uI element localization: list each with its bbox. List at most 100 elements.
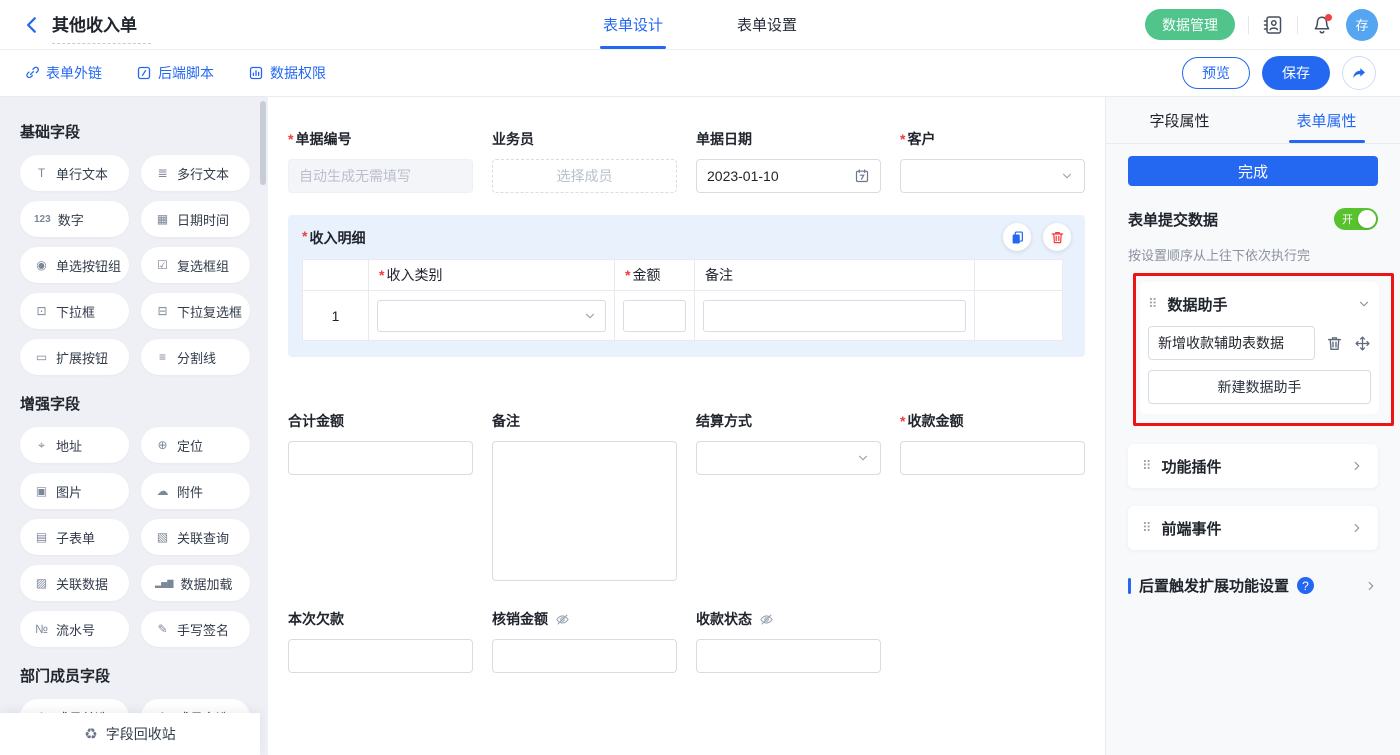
sidebar-item-divider[interactable]: ≡分割线 — [141, 339, 250, 375]
plugin-card[interactable]: ⠿ 功能插件 — [1128, 444, 1378, 488]
field-receipt-status[interactable]: 收款状态 — [696, 595, 881, 673]
preview-button[interactable]: 预览 — [1182, 57, 1250, 89]
field-settle-method[interactable]: 结算方式 — [696, 397, 881, 475]
tab-form-design[interactable]: 表单设计 — [599, 0, 667, 49]
field-current-debt[interactable]: 本次欠款 — [288, 595, 473, 673]
total-amount-input[interactable] — [288, 441, 473, 475]
drag-handle-icon[interactable]: ⠿ — [1142, 520, 1152, 536]
delete-helper-icon[interactable] — [1326, 335, 1343, 352]
data-manage-button[interactable]: 数据管理 — [1145, 9, 1235, 40]
field-customer[interactable]: *客户 — [900, 115, 1085, 193]
sidebar-item-label: 图片 — [56, 482, 82, 501]
sidebar-item-data-load[interactable]: ▂▅▇数据加载 — [141, 565, 250, 601]
save-button[interactable]: 保存 — [1262, 56, 1330, 90]
help-icon[interactable]: ? — [1297, 577, 1314, 594]
toggle-knob — [1358, 210, 1376, 228]
sidebar-item-single-line-text[interactable]: T单行文本 — [20, 155, 129, 191]
move-helper-icon[interactable] — [1354, 335, 1371, 352]
sidebar-item-extend-button[interactable]: ▭扩展按钮 — [20, 339, 129, 375]
sidebar-item-datetime[interactable]: ▦日期时间 — [141, 201, 250, 237]
sidebar-item-label: 单选按钮组 — [56, 256, 121, 275]
form-external-link[interactable]: 表单外链 — [24, 63, 102, 83]
field-salesman[interactable]: 业务员 选择成员 — [492, 115, 677, 193]
submit-data-row: 表单提交数据 开 — [1128, 208, 1378, 230]
receipt-status-input[interactable] — [696, 639, 881, 673]
field-doc-no[interactable]: *单据编号 自动生成无需填写 — [288, 115, 473, 193]
tab-form-properties[interactable]: 表单属性 — [1253, 97, 1400, 143]
done-button[interactable]: 完成 — [1128, 156, 1378, 186]
user-avatar[interactable]: 存 — [1346, 9, 1378, 41]
income-type-header: *收入类别 — [369, 260, 615, 291]
single-line-text-icon: T — [34, 166, 49, 180]
income-type-select[interactable] — [377, 300, 606, 332]
drag-handle-icon[interactable]: ⠿ — [1148, 296, 1158, 312]
sidebar-item-relation-data[interactable]: ▨关联数据 — [20, 565, 129, 601]
sidebar-item-number[interactable]: 123数字 — [20, 201, 129, 237]
relation-data-icon: ▨ — [34, 576, 49, 590]
toggle-on-label: 开 — [1342, 211, 1353, 227]
copy-subtable-button[interactable] — [1003, 223, 1031, 251]
submit-data-toggle[interactable]: 开 — [1334, 208, 1378, 230]
salesman-label: 业务员 — [492, 129, 534, 149]
back-button[interactable] — [22, 15, 42, 35]
tab-form-settings[interactable]: 表单设置 — [733, 0, 801, 49]
doc-date-value: 2023-01-10 — [707, 168, 854, 184]
sidebar-item-serial-number[interactable]: №流水号 — [20, 611, 129, 647]
income-detail-section[interactable]: * 收入明细 *收入类别 *金额 备注 — [288, 215, 1085, 357]
salesman-picker[interactable]: 选择成员 — [492, 159, 677, 193]
drag-handle-icon[interactable]: ⠿ — [1142, 458, 1152, 474]
required-mark: * — [302, 228, 307, 248]
post-trigger-settings[interactable]: 后置触发扩展功能设置 ? — [1128, 575, 1378, 596]
sidebar-item-location[interactable]: ⊕定位 — [141, 427, 250, 463]
received-amount-input[interactable] — [900, 441, 1085, 475]
subform-icon: ▤ — [34, 530, 49, 544]
image-icon: ▣ — [34, 484, 49, 498]
customer-select[interactable] — [900, 159, 1085, 193]
sidebar-item-subform[interactable]: ▤子表单 — [20, 519, 129, 555]
sidebar-item-multi-select[interactable]: ⊟下拉复选框 — [141, 293, 250, 329]
sidebar-item-attachment[interactable]: ☁附件 — [141, 473, 250, 509]
sidebar-item-multi-line-text[interactable]: ≣多行文本 — [141, 155, 250, 191]
top-header: 其他收入单 表单设计 表单设置 数据管理 存 — [0, 0, 1400, 50]
sidebar-field-grid: T单行文本 ≣多行文本 123数字 ▦日期时间 ◉单选按钮组 ☑复选框组 ⊡下拉框 ⊟下拉复选… — [20, 155, 250, 375]
sidebar-scrollbar[interactable] — [260, 101, 266, 185]
share-button[interactable] — [1342, 56, 1376, 90]
field-writeoff-amount[interactable]: 核销金额 — [492, 595, 677, 673]
sidebar-item-label: 手写签名 — [177, 620, 229, 639]
data-permission-link[interactable]: 数据权限 — [248, 63, 326, 83]
sidebar-item-checkbox-group[interactable]: ☑复选框组 — [141, 247, 250, 283]
highlight-annotation: ⠿ 数据助手 新增收款辅助表数据 新建数据助手 — [1133, 273, 1394, 426]
sidebar-item-radio-group[interactable]: ◉单选按钮组 — [20, 247, 129, 283]
bell-icon[interactable] — [1311, 14, 1333, 36]
field-received-amount[interactable]: *收款金额 — [900, 397, 1085, 475]
remark-textarea[interactable] — [492, 441, 677, 581]
new-data-helper-button[interactable]: 新建数据助手 — [1148, 370, 1371, 404]
writeoff-amount-input[interactable] — [492, 639, 677, 673]
chevron-down-icon[interactable] — [1357, 297, 1371, 311]
sidebar-item-select[interactable]: ⊡下拉框 — [20, 293, 129, 329]
sidebar-item-address[interactable]: ⌖地址 — [20, 427, 129, 463]
field-recycle-bin[interactable]: ♻ 字段回收站 — [0, 713, 260, 755]
data-helper-item[interactable]: 新增收款辅助表数据 — [1148, 326, 1315, 360]
field-total-amount[interactable]: 合计金额 — [288, 397, 473, 475]
field-remark[interactable]: 备注 — [492, 397, 677, 581]
sidebar-item-image[interactable]: ▣ 图片 — [20, 473, 129, 509]
data-helper-card: ⠿ 数据助手 新增收款辅助表数据 新建数据助手 — [1140, 282, 1379, 414]
doc-date-input[interactable]: 2023-01-10 — [696, 159, 881, 193]
current-debt-input[interactable] — [288, 639, 473, 673]
backend-script-link[interactable]: 后端脚本 — [136, 63, 214, 83]
doc-no-input[interactable]: 自动生成无需填写 — [288, 159, 473, 193]
settle-method-select[interactable] — [696, 441, 881, 475]
tab-field-properties[interactable]: 字段属性 — [1106, 97, 1253, 143]
delete-subtable-button[interactable] — [1043, 223, 1071, 251]
contacts-icon[interactable] — [1262, 14, 1284, 36]
sidebar-item-relation-query[interactable]: ▧关联查询 — [141, 519, 250, 555]
sidebar-item-label: 地址 — [56, 436, 82, 455]
multi-select-icon: ⊟ — [155, 304, 170, 318]
field-doc-date[interactable]: 单据日期 2023-01-10 — [696, 115, 881, 193]
amount-input[interactable] — [623, 300, 686, 332]
row-remark-input[interactable] — [703, 300, 966, 332]
frontend-event-card[interactable]: ⠿ 前端事件 — [1128, 506, 1378, 550]
income-detail-label: 收入明细 — [309, 228, 365, 248]
sidebar-item-signature[interactable]: ✎手写签名 — [141, 611, 250, 647]
